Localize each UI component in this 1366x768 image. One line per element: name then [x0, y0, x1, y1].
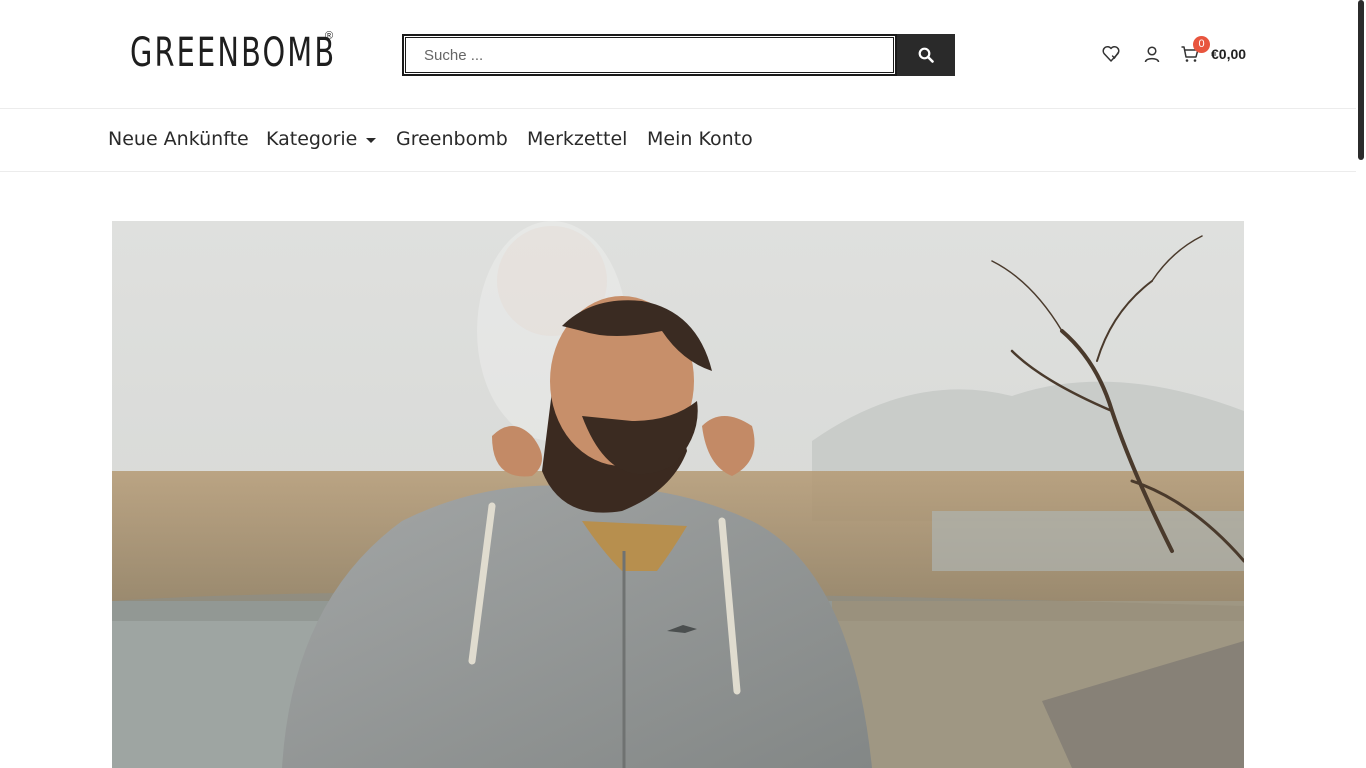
- search-input[interactable]: [402, 34, 897, 76]
- cart-total[interactable]: €0,00: [1211, 46, 1246, 62]
- user-icon: [1144, 46, 1160, 63]
- search-button[interactable]: [897, 34, 955, 76]
- site-header: GREENBOMB ® Suche ... 0 €0,00: [0, 0, 1356, 108]
- nav-item-merkzettel[interactable]: Merkzettel: [527, 128, 627, 150]
- brand-name: GREENBOMB: [130, 30, 337, 76]
- search-form: [402, 34, 955, 76]
- account-button[interactable]: [1141, 43, 1163, 65]
- nav-item-kategorie-label: Kategorie: [266, 128, 358, 150]
- cart-count-badge: 0: [1193, 36, 1210, 53]
- caret-down-icon: [366, 137, 377, 143]
- registered-mark: ®: [325, 30, 334, 42]
- search-icon: [918, 47, 934, 63]
- brand-logo[interactable]: GREENBOMB ®: [130, 30, 416, 76]
- nav-item-neue-ankuenfte[interactable]: Neue Ankünfte: [108, 128, 249, 150]
- hero-image[interactable]: [112, 221, 1244, 768]
- nav-item-mein-konto[interactable]: Mein Konto: [647, 128, 753, 150]
- main-navigation: Neue Ankünfte Kategorie Greenbomb Merkze…: [0, 109, 1356, 172]
- hero-photo: [112, 221, 1244, 768]
- heart-icon: [1102, 46, 1120, 62]
- scrollbar-thumb[interactable]: [1358, 0, 1364, 160]
- nav-item-greenbomb[interactable]: Greenbomb: [396, 128, 508, 150]
- wishlist-button[interactable]: [1100, 43, 1122, 65]
- nav-item-kategorie[interactable]: Kategorie: [266, 128, 377, 150]
